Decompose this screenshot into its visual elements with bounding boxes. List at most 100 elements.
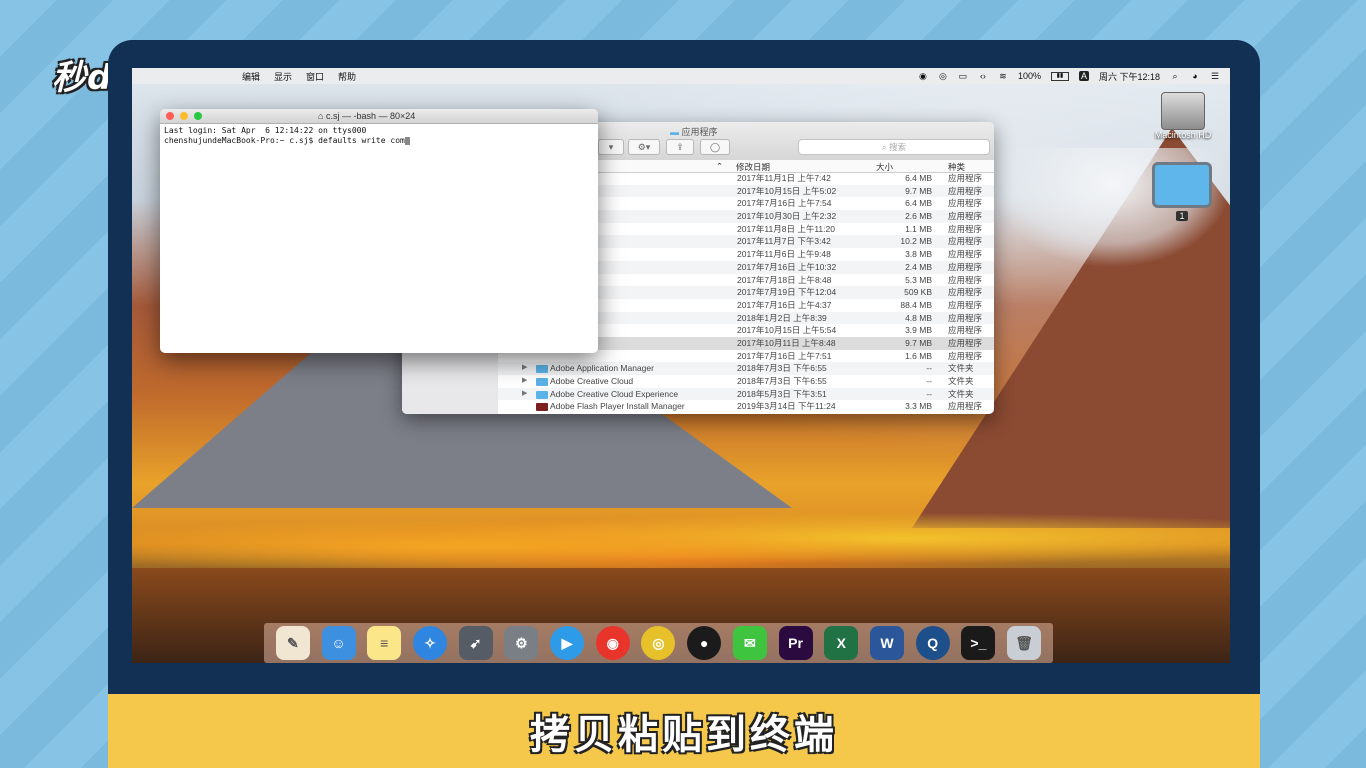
subtitle-text: 拷贝粘贴到终端: [530, 713, 838, 757]
table-row[interactable]: ▶ Adobe Application Manager 2018年7月3日 下午6:…: [498, 362, 994, 375]
input-method-icon[interactable]: A: [1078, 71, 1089, 81]
zoom-button[interactable]: [194, 112, 202, 120]
file-date: 2017年7月16日 上午4:37: [737, 299, 832, 310]
file-size: 5.3 MB: [905, 274, 932, 285]
file-size: 509 KB: [904, 287, 932, 298]
safari-icon[interactable]: ✧: [412, 626, 447, 660]
word-icon[interactable]: W: [869, 626, 904, 660]
chrome-icon[interactable]: ◎: [641, 626, 676, 660]
excel-icon[interactable]: X: [824, 626, 859, 660]
file-kind: 应用程序: [948, 223, 983, 234]
menu-window[interactable]: 窗口: [306, 70, 324, 83]
file-date: 2017年11月1日 上午7:42: [737, 173, 831, 183]
menu-bar: 编辑 显示 窗口 帮助 ◉ ◎ ▭ ‹› ≋ 100% ▮▮ A 周六 下午12…: [132, 68, 1230, 84]
terminal-title: ⌂ c.sj — -bash — 80×24: [318, 111, 416, 121]
airplay-icon[interactable]: ▭: [958, 71, 968, 81]
file-size: 1.6 MB: [905, 350, 932, 361]
siri-icon[interactable]: ◕: [1190, 71, 1200, 81]
eye-icon[interactable]: ◎: [938, 71, 948, 81]
file-date: 2017年7月16日 上午7:51: [737, 350, 832, 361]
file-size: 10.2 MB: [900, 236, 932, 247]
macintosh-hd-icon[interactable]: Macintosh HD: [1148, 92, 1218, 140]
notification-center-icon[interactable]: ☰: [1210, 71, 1220, 81]
finder-icon[interactable]: ☺: [321, 626, 356, 660]
file-kind: 应用程序: [948, 299, 983, 310]
file-name: Adobe Creative Cloud: [550, 376, 634, 386]
subtitle-bar: 拷贝粘贴到终端: [108, 694, 1260, 768]
file-kind: 应用程序: [948, 325, 983, 336]
wechat-icon[interactable]: ✉: [732, 626, 767, 660]
share-button[interactable]: ⇪: [666, 139, 694, 155]
qq-icon[interactable]: ●: [687, 626, 722, 660]
menu-help[interactable]: 帮助: [338, 70, 356, 83]
file-kind: 应用程序: [948, 350, 983, 361]
file-kind: 应用程序: [948, 185, 983, 196]
file-date: 2017年10月11日 上午8:48: [737, 337, 836, 348]
menu-edit[interactable]: 编辑: [242, 70, 260, 83]
search-input[interactable]: ⌕ 搜索: [798, 139, 990, 155]
file-size: --: [926, 363, 932, 374]
premiere-icon[interactable]: Pr: [778, 626, 813, 660]
view-options-button[interactable]: ▾: [598, 139, 624, 155]
search-icon: ⌕: [881, 142, 887, 152]
terminal-window: ⌂ c.sj — -bash — 80×24 Last login: Sat A…: [160, 109, 598, 353]
file-date: 2017年7月16日 上午10:32: [737, 261, 837, 272]
file-kind: 应用程序: [948, 236, 983, 247]
terminal-output[interactable]: Last login: Sat Apr 6 12:14:22 on ttys00…: [160, 124, 598, 148]
tag-button[interactable]: ◯: [700, 139, 730, 155]
file-kind: 应用程序: [948, 261, 983, 272]
file-date: 2017年10月15日 上午5:02: [737, 185, 837, 196]
disclosure-triangle-icon[interactable]: ▶: [522, 375, 527, 388]
table-row[interactable]: Adobe Flash Player Install Manager 2019年3…: [498, 400, 994, 413]
system-preferences-icon[interactable]: ⚙: [504, 626, 539, 660]
file-size: 1.1 MB: [905, 223, 932, 234]
file-size: 3.3 MB: [905, 401, 932, 412]
file-date: 2017年7月16日 上午7:54: [737, 198, 832, 209]
notes-icon[interactable]: ≡: [367, 626, 402, 660]
disclosure-triangle-icon[interactable]: ▶: [522, 388, 527, 401]
folder-icon: ▬: [670, 127, 679, 137]
file-size: 9.7 MB: [905, 337, 932, 348]
spotlight-search-icon[interactable]: ⌕: [1170, 71, 1180, 81]
file-kind: 应用程序: [948, 211, 983, 222]
hard-drive-icon: [1161, 92, 1205, 130]
file-size: 6.4 MB: [905, 173, 932, 183]
quicktime-icon[interactable]: Q: [915, 626, 950, 660]
launchpad-icon[interactable]: ➹: [458, 626, 493, 660]
terminal-icon[interactable]: >_: [961, 626, 996, 660]
table-row[interactable]: ▶ Adobe Creative Cloud 2018年7月3日 下午6:55 -- 文…: [498, 375, 994, 388]
media-player-icon[interactable]: ▶: [550, 626, 585, 660]
preview-icon[interactable]: ✎: [275, 626, 310, 660]
wifi-icon[interactable]: ≋: [998, 71, 1008, 81]
dock: ✎ ☺ ≡ ✧ ➹ ⚙ ▶ ◉ ◎ ● ✉ Pr X W Q >_ 🗑: [264, 623, 1053, 663]
record-icon[interactable]: ◉: [918, 71, 928, 81]
menu-view[interactable]: 显示: [274, 70, 292, 83]
file-size: 3.9 MB: [905, 325, 932, 336]
battery-percent: 100%: [1017, 71, 1041, 81]
file-date: 2018年7月3日 下午6:55: [737, 363, 827, 374]
terminal-cursor: [404, 136, 410, 145]
table-row[interactable]: ▶ Adobe Creative Cloud Experience 2018年5月3…: [498, 387, 994, 401]
close-button[interactable]: [166, 112, 174, 120]
file-name: Adobe Application Manager: [550, 363, 654, 374]
weibo-icon[interactable]: ◉: [595, 626, 630, 660]
home-icon: ⌂: [318, 111, 324, 121]
disclosure-triangle-icon[interactable]: ▶: [522, 362, 527, 375]
desktop-folder-label: 1: [1176, 211, 1188, 221]
sort-arrow-icon[interactable]: ⌃: [716, 161, 723, 172]
file-size: 3.8 MB: [905, 249, 932, 260]
file-kind: 文件夹: [948, 376, 974, 386]
file-kind: 应用程序: [948, 249, 983, 260]
file-date: 2018年7月3日 下午6:55: [737, 376, 827, 386]
file-kind: 应用程序: [948, 173, 983, 183]
minimize-button[interactable]: [180, 112, 188, 120]
code-icon[interactable]: ‹›: [978, 71, 988, 81]
file-date: 2017年7月19日 下午12:04: [737, 287, 837, 298]
file-date: 2018年1月2日 上午8:39: [737, 312, 827, 323]
menu-clock[interactable]: 周六 下午12:18: [1099, 70, 1160, 83]
trash-icon[interactable]: 🗑: [1007, 626, 1042, 660]
action-gear-button[interactable]: ⚙▾: [628, 139, 660, 155]
terminal-line: chenshujundeMacBook-Pro:~ c.sj$ defaults…: [164, 136, 405, 145]
desktop-folder[interactable]: 1: [1150, 165, 1214, 221]
battery-icon[interactable]: ▮▮: [1050, 71, 1069, 81]
